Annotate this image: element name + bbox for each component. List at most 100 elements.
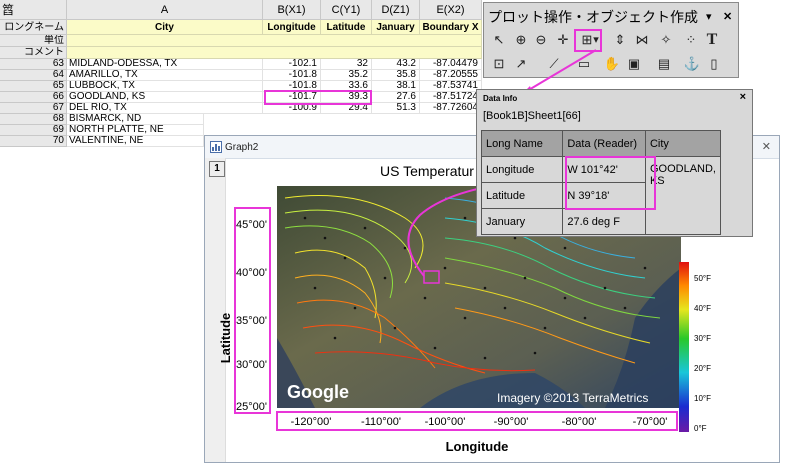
corner-header[interactable]: 䈱 [0,0,67,20]
table-cell-boundary-x[interactable]: -87.72604 [420,103,482,114]
region-tool-icon[interactable]: ✋ [602,54,622,74]
table-cell-city[interactable]: BISMARCK, ND [67,114,204,125]
map-credit: Imagery ©2013 TerraMetrics [497,391,648,405]
color-scale-label: 10°F [694,394,711,403]
row-number[interactable]: 64 [0,70,67,81]
draw-data-icon[interactable]: ⁘ [681,30,701,50]
y-tick-label: 25°00' [236,401,267,413]
table-cell-boundary-x[interactable]: -87.51724 [420,92,482,103]
long-name-january[interactable]: January [372,20,420,35]
table-cell-latitude[interactable]: 35.2 [321,70,372,81]
zoom-out-icon[interactable]: ⊖ [531,30,551,50]
column-header-e[interactable]: E(X2) [420,0,482,20]
table-cell-name: Latitude [480,182,564,209]
data-selector-icon[interactable]: ⋈ [632,30,652,50]
table-cell-city[interactable]: GOODLAND, KS [67,92,263,103]
table-cell-january[interactable]: 35.8 [372,70,420,81]
y-tick-label: 30°00' [236,359,267,371]
graph-window-title: Graph2 [225,142,259,153]
comments-row[interactable] [67,47,482,59]
table-cell-city[interactable]: MIDLAND-ODESSA, TX [67,59,263,70]
table-cell-city[interactable]: NORTH PLATTE, NE [67,125,204,136]
table-header: City [644,130,722,157]
line-tool-icon[interactable]: ⟋ [544,54,564,74]
add-graph-icon[interactable]: ▣ [624,54,644,74]
pointer-icon[interactable]: ↖ [489,30,509,50]
insert-graph-icon[interactable]: ⊡ [489,54,509,74]
table-cell-longitude[interactable]: -101.8 [263,70,321,81]
x-tick-label: -120°00' [291,416,332,428]
y-tick-label: 45°00' [236,219,267,231]
image-tool-icon[interactable]: ▤ [654,54,674,74]
selected-row-highlight [264,90,372,105]
row-number[interactable]: 69 [0,125,67,136]
table-cell-january[interactable]: 43.2 [372,59,420,70]
row-number[interactable]: 68 [0,114,67,125]
y-tick-label: 40°00' [236,267,267,279]
column-header-b[interactable]: B(X1) [263,0,321,20]
meta-label-long-name: ロングネーム [0,20,67,35]
table-cell-boundary-x[interactable]: -87.04479 [420,59,482,70]
data-reader-icon[interactable]: ✛ [553,30,573,50]
x-tick-label: -70°00' [633,416,668,428]
x-ticks-highlight [276,411,678,431]
table-cell-city[interactable]: LUBBOCK, TX [67,81,263,92]
graph-window-icon [210,141,222,153]
data-info-button-highlight [574,29,602,52]
table-cell-city[interactable]: AMARILLO, TX [67,70,263,81]
y-axis-title[interactable]: Latitude [218,313,233,364]
table-cell-name: Longitude [480,156,564,183]
meta-label-units: 単位 [0,35,67,47]
row-number[interactable]: 67 [0,103,67,114]
y-axis[interactable]: 45°00' 40°00' 35°00' 30°00' 25°00' [236,219,267,413]
table-cell-january[interactable]: 51.3 [372,103,420,114]
x-axis[interactable]: -120°00' -110°00' -100°00' -90°00' -80°0… [291,416,668,428]
color-scale-label: 20°F [694,364,711,373]
row-number[interactable]: 66 [0,92,67,103]
table-cell-latitude[interactable]: 32 [321,59,372,70]
y-ticks-highlight [234,207,271,414]
mask-points-icon[interactable]: ✧ [656,30,676,50]
toolbar-close-icon[interactable]: ✕ [723,10,732,23]
color-scale-bar[interactable] [679,262,689,432]
y-tick-label: 35°00' [236,315,267,327]
units-row[interactable] [67,35,482,47]
table-cell-boundary-x[interactable]: -87.20555 [420,70,482,81]
anchor-icon[interactable]: ⚓ [682,54,702,74]
toolbar-menu-icon[interactable]: ▾ [706,10,712,23]
table-cell-city[interactable]: DEL RIO, TX [67,103,263,114]
map-logo: Google [287,382,349,402]
arrow-tool-icon[interactable]: ↗ [511,54,531,74]
long-name-city[interactable]: City [67,20,263,35]
row-number[interactable]: 70 [0,136,67,147]
color-scale-label: 50°F [694,274,711,283]
text-tool-icon[interactable]: T [702,30,722,50]
x-tick-label: -110°00' [361,416,401,428]
row-number[interactable]: 63 [0,59,67,70]
rectangle-tool-icon[interactable]: ▭ [574,54,594,74]
column-header-d[interactable]: D(Z1) [372,0,420,20]
plot-title: US Temperatur [380,163,474,179]
x-axis-title[interactable]: Longitude [446,439,509,454]
color-scale-label: 30°F [694,334,711,343]
layer-tool-icon[interactable]: ▯ [704,54,724,74]
table-cell-boundary-x[interactable]: -87.53741 [420,81,482,92]
long-name-boundary-x[interactable]: Boundary X [420,20,482,35]
long-name-longitude[interactable]: Longitude [263,20,321,35]
column-header-a[interactable]: A [67,0,263,20]
graph-window-close-icon[interactable]: ✕ [762,140,771,153]
zoom-in-icon[interactable]: ⊕ [511,30,531,50]
data-info-close-icon[interactable]: × [740,91,746,103]
table-cell-longitude[interactable]: -102.1 [263,59,321,70]
column-header-c[interactable]: C(Y1) [321,0,372,20]
long-name-latitude[interactable]: Latitude [321,20,372,35]
color-scale-label: 0°F [694,424,707,433]
row-number[interactable]: 65 [0,81,67,92]
data-info-panel: Data Info × [Book1B]Sheet1[66] Long Name… [476,89,753,237]
table-cell-january[interactable]: 38.1 [372,81,420,92]
table-cell-city[interactable]: VALENTINE, NE [67,136,204,147]
screen-reader-icon[interactable]: ⇕ [610,30,630,50]
table-header: Long Name [480,130,564,157]
color-scale-label: 40°F [694,304,711,313]
table-cell-january[interactable]: 27.6 [372,92,420,103]
